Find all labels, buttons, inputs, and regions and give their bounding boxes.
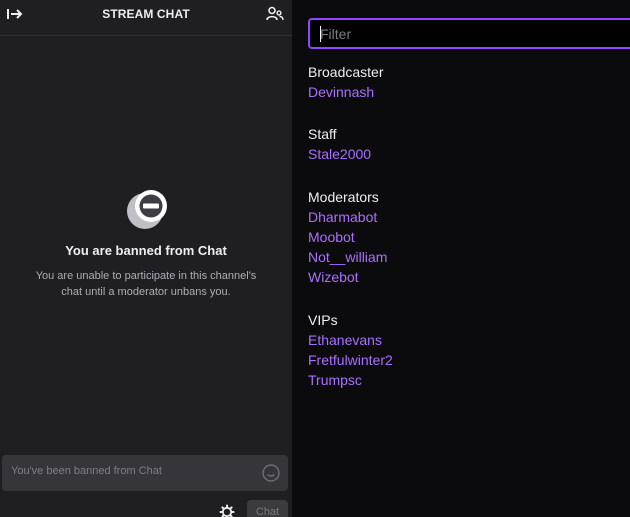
stream-chat-panel: STREAM CHAT You are banned from Chat You… [0,0,292,517]
chat-input[interactable]: You've been banned from Chat [2,455,288,491]
user-link[interactable]: Dharmabot [308,207,387,227]
section-staff: Staff Stale2000 [308,124,371,164]
chat-send-button[interactable]: Chat [247,500,288,517]
section-heading: Broadcaster [308,64,384,80]
section-vips: VIPs Ethanevans Fretfulwinter2 Trumpsc [308,310,393,390]
ban-description: You are unable to participate in this ch… [35,270,257,298]
emote-smiley-icon[interactable] [260,462,282,484]
user-link[interactable]: Devinnash [308,82,383,102]
filter-input[interactable] [308,18,630,49]
user-link[interactable]: Not__william [308,247,387,267]
chat-title: STREAM CHAT [102,7,190,21]
chat-header: STREAM CHAT [0,0,292,36]
stage: STREAM CHAT You are banned from Chat You… [0,0,630,517]
user-link[interactable]: Moobot [308,227,387,247]
ban-icon [127,190,167,229]
user-link[interactable]: Stale2000 [308,144,371,164]
section-heading: VIPs [308,312,338,328]
chat-input-placeholder: You've been banned from Chat [11,465,162,477]
user-link[interactable]: Ethanevans [308,330,393,350]
viewers-panel: Broadcaster Devinnash Staff Stale2000 Mo… [292,0,630,517]
user-link[interactable]: Wizebot [308,267,387,287]
ban-title: You are banned from Chat [65,243,227,258]
section-heading: Staff [308,126,337,142]
section-moderators: Moderators Dharmabot Moobot Not__william… [308,187,387,287]
text-caret [320,26,321,42]
user-link[interactable]: Trumpsc [308,370,393,390]
section-heading: Moderators [308,189,379,205]
section-broadcaster: Broadcaster Devinnash [308,62,383,102]
user-link[interactable]: Fretfulwinter2 [308,350,393,370]
community-users-icon[interactable] [266,6,284,22]
gear-icon[interactable] [219,504,235,517]
